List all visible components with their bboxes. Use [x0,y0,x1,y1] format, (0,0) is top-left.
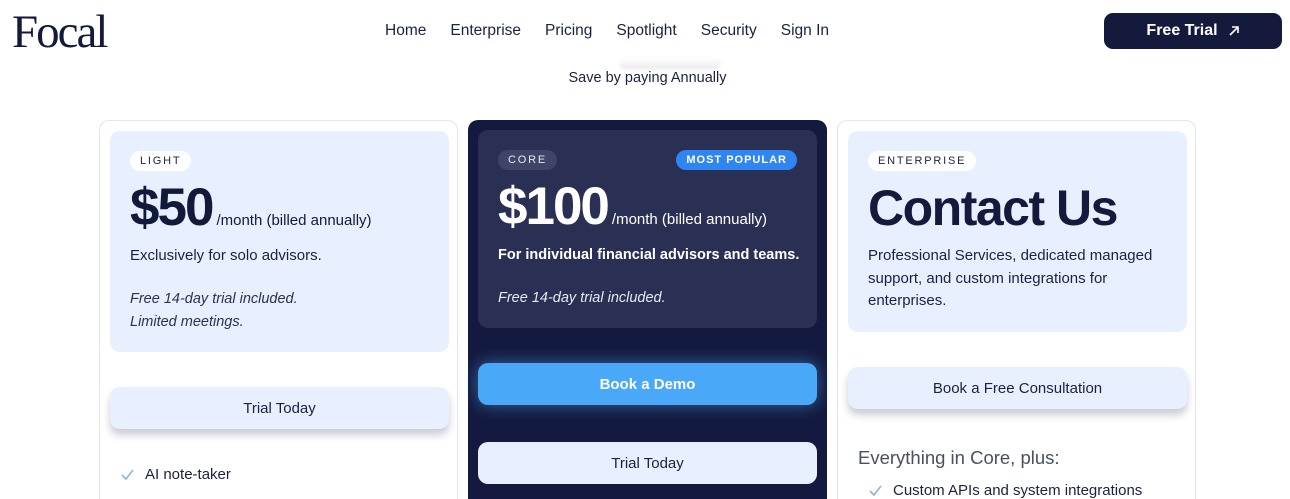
plan-card-light: LIGHT $50 /month (billed annually) Exclu… [99,120,458,499]
plan-note: Free 14-day trial included. [498,290,666,306]
free-trial-button[interactable]: Free Trial [1104,13,1282,49]
brand-logo[interactable]: Focal [12,6,108,58]
nav-spotlight[interactable]: Spotlight [616,21,676,41]
billing-note: Save by paying Annually [568,70,727,86]
nav-sign-in[interactable]: Sign In [781,21,829,41]
plan-description: For individual financial advisors and te… [498,247,800,263]
book-demo-button[interactable]: Book a Demo [478,363,817,405]
nav-security[interactable]: Security [701,21,757,41]
nav-enterprise[interactable]: Enterprise [450,21,521,41]
check-icon [869,485,882,497]
price-amount: $100 [498,177,610,236]
plan-summary: ENTERPRISE Contact Us Professional Servi… [848,131,1187,332]
contact-headline: Contact Us [868,180,1118,236]
plan-description: Professional Services, dedicated managed… [868,247,1153,309]
nav-pricing[interactable]: Pricing [545,21,592,41]
plan-note: Limited meetings. [130,313,244,330]
tier-badge: ENTERPRISE [868,151,977,171]
price-amount: $50 [130,178,214,237]
tier-badge: LIGHT [130,151,192,171]
feature-item: Custom APIs and system integrations [868,482,1142,499]
plan-description: Exclusively for solo advisors. [130,247,322,264]
check-icon [121,469,134,481]
most-popular-badge: MOST POPULAR [676,150,797,170]
price: $50 /month (billed annually) [130,178,372,238]
price-period: /month (billed annually) [216,212,372,229]
main-nav: Home Enterprise Pricing Spotlight Securi… [385,21,853,41]
free-trial-label: Free Trial [1146,22,1218,39]
features-heading: Everything in Core, plus: [858,447,1060,468]
plan-summary: CORE MOST POPULAR $100 /month (billed an… [478,130,817,328]
plan-card-enterprise: ENTERPRISE Contact Us Professional Servi… [837,120,1196,499]
plan-note: Free 14-day trial included. [130,291,298,307]
book-consultation-button[interactable]: Book a Free Consultation [848,367,1187,409]
feature-item: AI note-taker [120,466,231,483]
price: $100 /month (billed annually) [498,177,767,237]
feature-label: Custom APIs and system integrations [893,482,1143,499]
tier-badge: CORE [498,150,557,170]
nav-home[interactable]: Home [385,21,426,41]
plan-card-core: CORE MOST POPULAR $100 /month (billed an… [468,120,827,499]
billing-toggle[interactable] [620,58,720,66]
trial-today-button[interactable]: Trial Today [110,387,449,429]
price-period: /month (billed annually) [611,211,767,228]
feature-label: AI note-taker [145,466,231,483]
arrow-up-right-icon [1229,26,1239,36]
plan-summary: LIGHT $50 /month (billed annually) Exclu… [110,131,449,352]
trial-today-button[interactable]: Trial Today [478,442,817,484]
plan-notes: Free 14-day trial included. Limited meet… [130,288,298,333]
